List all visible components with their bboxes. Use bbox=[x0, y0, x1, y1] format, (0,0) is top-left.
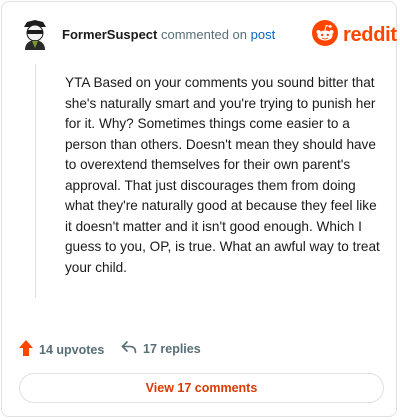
upvote-arrow-icon bbox=[19, 340, 39, 359]
action-text: commented on bbox=[161, 27, 247, 42]
upvotes-stat[interactable]: 14 upvotes bbox=[19, 340, 104, 359]
comment-header: FormerSuspect commented on post bbox=[62, 27, 275, 43]
reddit-wordmark: reddit bbox=[343, 23, 397, 46]
avatar-icon[interactable] bbox=[20, 19, 50, 51]
comment-body: YTA Based on your comments you sound bit… bbox=[65, 75, 380, 275]
comment-card: FormerSuspect commented on post reddit Y… bbox=[1, 1, 397, 417]
upvotes-label: 14 upvotes bbox=[39, 342, 105, 357]
replies-stat[interactable]: 17 replies bbox=[121, 340, 201, 357]
replies-label: 17 replies bbox=[143, 341, 201, 356]
reddit-logo[interactable]: reddit bbox=[312, 19, 397, 51]
post-link[interactable]: post bbox=[251, 27, 276, 42]
reddit-snoo-icon bbox=[312, 19, 338, 51]
view-comments-button[interactable]: View 17 comments bbox=[19, 373, 384, 403]
thread-line bbox=[35, 64, 36, 298]
username-link[interactable]: FormerSuspect bbox=[62, 27, 157, 42]
reply-arrow-icon bbox=[121, 340, 143, 357]
